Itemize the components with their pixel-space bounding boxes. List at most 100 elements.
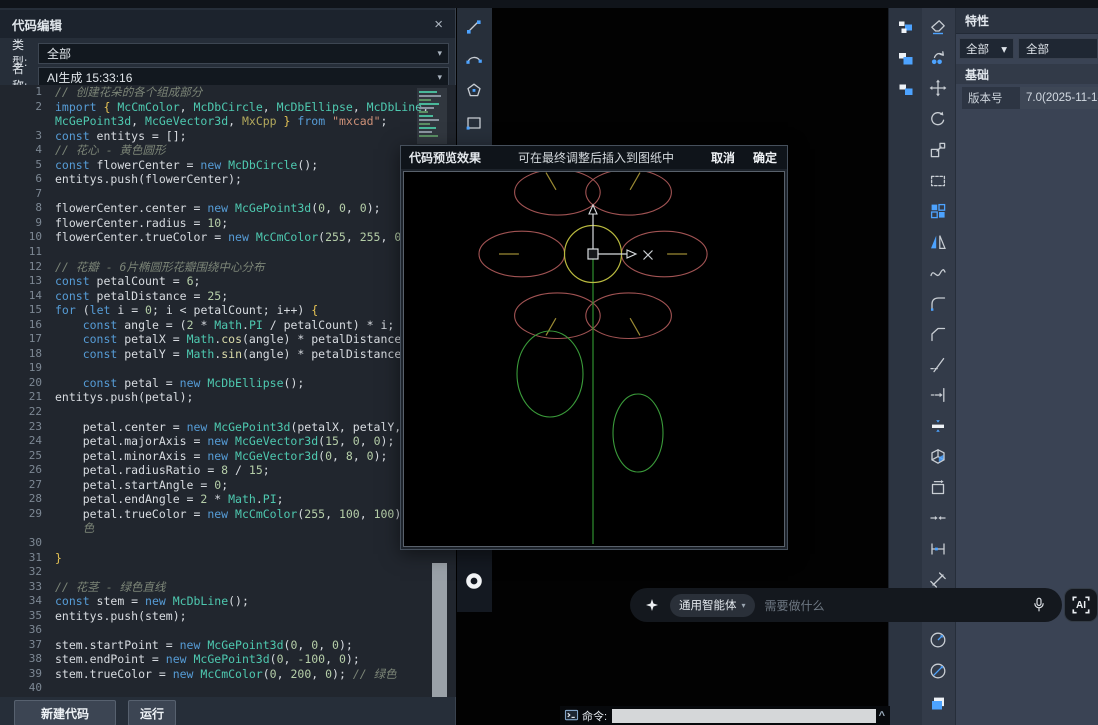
property-value-cell[interactable]: 7.0(2025-11-18 20:48	[1020, 87, 1098, 109]
close-icon[interactable]: ×	[434, 16, 443, 33]
agent-name: 通用智能体	[679, 597, 737, 613]
line-number: 4	[0, 143, 55, 158]
donut-icon[interactable]	[464, 566, 484, 596]
chevron-up-icon[interactable]: ^	[879, 710, 885, 722]
chevron-down-icon: ▾	[437, 48, 442, 59]
code-line: 23 petal.center = new McGePoint3d(petalX…	[0, 420, 456, 435]
code-line: 11	[0, 245, 456, 260]
type-dropdown[interactable]: 全部 ▾	[38, 43, 449, 64]
code-line: 2import { McCmColor, McDbCircle, McDbEll…	[0, 100, 456, 115]
copy-icon[interactable]	[928, 43, 948, 73]
paste-blocks-icon[interactable]	[896, 44, 916, 74]
code-lines[interactable]: 1// 创建花朵的各个组成部分2import { McCmColor, McDb…	[0, 85, 456, 697]
code-line: 31}	[0, 551, 456, 566]
insert-block-icon[interactable]	[896, 75, 916, 105]
eraser-icon[interactable]	[928, 12, 948, 42]
ai-input-placeholder[interactable]: 需要做什么	[765, 597, 825, 614]
properties-filter-field[interactable]: 全部	[1018, 38, 1098, 59]
diameter-dimension-icon[interactable]	[928, 656, 948, 686]
scrollbar-thumb[interactable]	[432, 563, 447, 697]
code-line: 29 petal.trueColor = new McCmColor(255, …	[0, 507, 456, 522]
polygon-icon[interactable]	[464, 76, 484, 106]
code-line: 27 petal.startAngle = 0;	[0, 478, 456, 493]
line-number: 3	[0, 129, 55, 144]
rotate-icon[interactable]	[928, 104, 948, 134]
line-number	[0, 521, 55, 536]
line-number: 8	[0, 201, 55, 216]
application-window: 代码编辑 × 类型: 全部 ▾ 名称: AI生成 15:33:16 ▾ 1// …	[0, 0, 1098, 725]
ai-badge-button[interactable]: AI	[1064, 588, 1098, 622]
radius-dimension-icon[interactable]	[928, 625, 948, 655]
name-value: AI生成 15:33:16	[39, 69, 132, 86]
line-number: 38	[0, 652, 55, 667]
code-line: McGePoint3d, McGeVector3d, MxCpp } from …	[0, 114, 456, 129]
code-line: 17 const petalX = Math.cos(angle) * peta…	[0, 332, 456, 347]
code-line: 22	[0, 405, 456, 420]
line-number: 36	[0, 623, 55, 638]
line-number: 16	[0, 318, 55, 333]
cancel-button[interactable]: 取消	[711, 149, 735, 166]
line-number: 30	[0, 536, 55, 551]
line-number: 28	[0, 492, 55, 507]
code-line: 10flowerCenter.trueColor = new McCmColor…	[0, 230, 456, 245]
line-number: 2	[0, 100, 55, 115]
stretch-icon[interactable]	[928, 166, 948, 196]
code-line: 4// 花心 - 黄色圆形	[0, 143, 456, 158]
code-line: 19	[0, 361, 456, 376]
move-icon[interactable]	[928, 73, 948, 103]
rectangle-icon[interactable]	[464, 108, 484, 138]
fillet-icon[interactable]	[928, 288, 948, 318]
line-number: 27	[0, 478, 55, 493]
region-icon[interactable]	[928, 473, 948, 503]
chamfer-icon[interactable]	[928, 319, 948, 349]
sparkle-icon	[644, 597, 660, 613]
code-line: 38stem.endPoint = new McGePoint3d(0, -10…	[0, 652, 456, 667]
command-input[interactable]	[612, 709, 876, 723]
agent-selector-chip[interactable]: 通用智能体 ▾	[670, 594, 755, 617]
line-number: 7	[0, 187, 55, 202]
copy-blocks-icon[interactable]	[896, 13, 916, 43]
preview-canvas[interactable]	[403, 171, 785, 547]
extend-icon[interactable]	[928, 380, 948, 410]
code-line: 21entitys.push(petal);	[0, 390, 456, 405]
command-bar: 命令: ^	[560, 706, 890, 725]
mirror-icon[interactable]	[928, 227, 948, 257]
code-minimap[interactable]	[417, 88, 447, 144]
line-icon[interactable]	[464, 12, 484, 42]
ai-assistant-bar: 通用智能体 ▾ 需要做什么	[630, 588, 1062, 622]
offset-icon[interactable]	[928, 411, 948, 441]
properties-section-basic[interactable]: 基础	[956, 64, 1098, 84]
spline-icon[interactable]	[928, 258, 948, 288]
trim-icon[interactable]	[928, 350, 948, 380]
properties-filter-dropdown[interactable]: 全部 ▾	[959, 38, 1014, 59]
code-line: 34const stem = new McDbLine();	[0, 594, 456, 609]
code-line: 40	[0, 681, 456, 696]
run-button[interactable]: 运行	[128, 700, 176, 725]
explode-icon[interactable]	[928, 442, 948, 472]
code-editor-title: 代码编辑	[0, 15, 62, 34]
lengthen-icon[interactable]	[928, 534, 948, 564]
line-number: 17	[0, 332, 55, 347]
arc-icon[interactable]	[464, 44, 484, 74]
line-number: 14	[0, 289, 55, 304]
section-label: 基础	[956, 66, 989, 83]
ok-button[interactable]: 确定	[753, 149, 777, 166]
new-code-button[interactable]: 新建代码	[14, 700, 116, 725]
line-number	[0, 114, 55, 129]
code-line: 1// 创建花朵的各个组成部分	[0, 85, 456, 100]
code-line: 16 const angle = (2 * Math.PI / petalCou…	[0, 318, 456, 333]
layers-icon[interactable]	[928, 689, 948, 719]
line-number: 29	[0, 507, 55, 522]
code-line: 8flowerCenter.center = new McGePoint3d(0…	[0, 201, 456, 216]
line-number: 39	[0, 667, 55, 682]
array-icon[interactable]	[928, 196, 948, 226]
filter-dropdown-value: 全部	[960, 41, 989, 57]
code-line: 20 const petal = new McDbEllipse();	[0, 376, 456, 391]
properties-header: 特性	[956, 8, 1098, 34]
join-icon[interactable]	[928, 503, 948, 533]
line-number: 23	[0, 420, 55, 435]
scale-icon[interactable]	[928, 135, 948, 165]
dialog-titlebar[interactable]: 代码预览效果 可在最终调整后插入到图纸中 取消 确定	[401, 146, 787, 169]
code-line: 32	[0, 565, 456, 580]
microphone-icon[interactable]	[1030, 596, 1048, 614]
